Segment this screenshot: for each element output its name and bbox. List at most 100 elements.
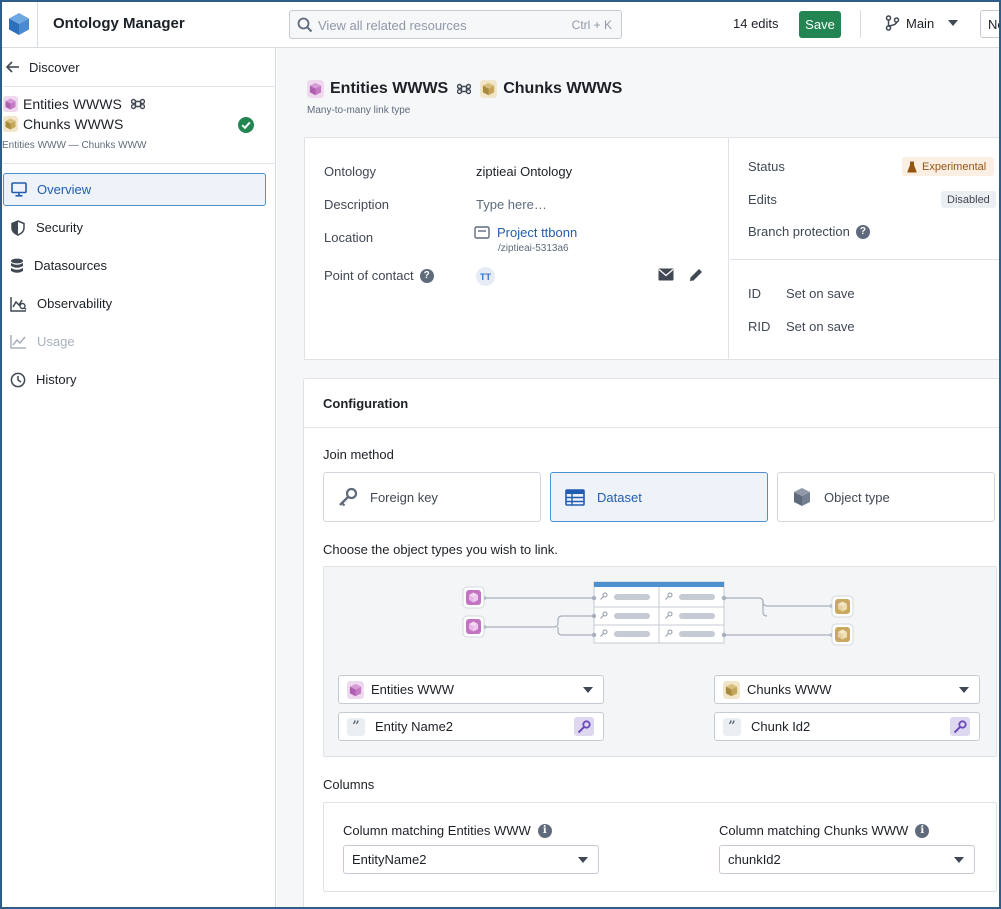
- edit-pencil-icon[interactable]: [689, 268, 703, 282]
- avatar[interactable]: TT: [476, 267, 495, 286]
- branch-selector[interactable]: Main: [885, 15, 959, 31]
- left-object-type-select[interactable]: Entities WWW: [338, 675, 604, 704]
- id-label: ID: [748, 286, 761, 301]
- nav-item-history[interactable]: History: [3, 363, 266, 396]
- right-object-type-select[interactable]: Chunks WWW: [714, 675, 980, 704]
- join-option-label: Object type: [824, 489, 890, 505]
- location-label: Location: [324, 230, 374, 245]
- object-title-line-2: Chunks WWWS: [3, 116, 123, 132]
- nav-label: Datasources: [34, 258, 107, 273]
- nav-item-usage[interactable]: Usage: [3, 325, 266, 358]
- join-option-foreign-key[interactable]: Foreign key: [323, 472, 541, 522]
- ontology-value[interactable]: ziptieai Ontology: [476, 164, 572, 179]
- link-diagram: Entities WWW Chunks WWW ” Entity Name2 ”…: [323, 566, 997, 757]
- status-badge: Experimental: [902, 157, 995, 176]
- table-icon: [565, 488, 585, 506]
- chart-line-icon: [10, 335, 26, 349]
- edits-label: Edits: [748, 192, 777, 207]
- caret-down-icon: [583, 687, 593, 693]
- location-link[interactable]: Project ttbonn: [474, 225, 577, 240]
- configuration-title: Configuration: [323, 396, 409, 411]
- top-bar: Ontology Manager View all related resour…: [0, 0, 1001, 48]
- divider: [730, 259, 1001, 260]
- title-entities: Entities WWWS: [330, 80, 449, 97]
- key-icon: [577, 719, 591, 733]
- description-label: Description: [324, 197, 390, 212]
- chunk-cube-icon: [480, 80, 498, 98]
- object-title-line-1: Entities WWWS: [3, 96, 145, 112]
- save-button[interactable]: Save: [799, 11, 841, 38]
- help-icon[interactable]: ?: [419, 268, 434, 283]
- nav-label: Usage: [37, 334, 75, 349]
- help-icon[interactable]: ?: [855, 224, 870, 239]
- back-to-discover[interactable]: Discover: [6, 58, 80, 76]
- nav-label: Security: [36, 220, 83, 235]
- join-option-object-type[interactable]: Object type: [777, 472, 995, 522]
- nav-label: History: [36, 372, 77, 387]
- string-quote-icon: ”: [723, 717, 741, 736]
- info-icon[interactable]: i: [537, 823, 552, 838]
- nav-label: Observability: [37, 296, 113, 311]
- left-column-label-row: Column matching Entities WWW i: [343, 823, 552, 838]
- configuration-card: Configuration Join method Foreign key Da…: [303, 378, 1001, 909]
- entity-cube-icon: [3, 96, 18, 112]
- search-input[interactable]: View all related resources Ctrl + K: [289, 10, 622, 39]
- caret-down-icon: [578, 857, 588, 863]
- columns-label: Columns: [323, 777, 375, 792]
- key-icon: [953, 719, 967, 733]
- join-option-label: Foreign key: [370, 489, 438, 505]
- entity-cube-icon: [347, 680, 364, 699]
- database-icon: [11, 258, 23, 273]
- new-button[interactable]: Ne: [980, 10, 1001, 38]
- nav-item-datasources[interactable]: Datasources: [3, 249, 266, 282]
- id-value: Set on save: [786, 286, 855, 301]
- location-value: Project ttbonn: [497, 225, 578, 240]
- nav-label: Overview: [37, 182, 92, 197]
- caret-down-icon: [948, 20, 959, 26]
- back-label: Discover: [29, 59, 80, 75]
- mail-icon[interactable]: [658, 268, 674, 281]
- nav-item-security[interactable]: Security: [3, 211, 266, 244]
- edits-count[interactable]: 14 edits: [733, 16, 779, 31]
- location-path: /ziptieai-5313a6: [498, 243, 569, 254]
- contact-label-row: Point of contact ?: [324, 268, 434, 283]
- nav-item-overview[interactable]: Overview: [3, 173, 266, 206]
- contact-label: Point of contact: [324, 268, 414, 283]
- join-option-dataset[interactable]: Dataset: [550, 472, 768, 522]
- git-branch-icon: [885, 15, 900, 31]
- divider: [304, 427, 1001, 428]
- search-placeholder: View all related resources: [318, 18, 467, 33]
- cube-icon: [794, 488, 810, 506]
- shield-icon: [11, 219, 25, 236]
- status-value: Experimental: [922, 160, 987, 173]
- caret-down-icon: [959, 687, 969, 693]
- left-column-label: Column matching Entities WWW: [343, 823, 531, 838]
- check-circle-icon: [238, 117, 254, 133]
- left-key-value: Entity Name2: [375, 719, 454, 734]
- object-name-chunks: Chunks WWWS: [23, 116, 124, 132]
- project-folder-icon: [474, 226, 490, 239]
- key-icon: [339, 487, 358, 507]
- search-icon: [297, 17, 313, 33]
- right-column-label-row: Column matching Chunks WWW i: [719, 823, 930, 838]
- divider: [0, 163, 276, 164]
- right-column-select[interactable]: chunkId2: [719, 845, 975, 874]
- info-icon[interactable]: i: [915, 823, 930, 838]
- primary-key-badge: [574, 717, 594, 736]
- cube-logo-icon: [8, 13, 29, 35]
- arrow-left-icon: [6, 61, 19, 73]
- object-name-entities: Entities WWWS: [23, 96, 122, 112]
- description-input[interactable]: Type here…: [476, 197, 547, 212]
- string-quote-icon: ”: [347, 717, 365, 736]
- edits-badge: Disabled: [941, 191, 996, 208]
- main-content: Entities WWWS Chunks WWWS Many-to-many l…: [277, 48, 1001, 909]
- nav-item-observability[interactable]: Observability: [3, 287, 266, 320]
- properties-card: Ontology ziptieai Ontology Description T…: [304, 137, 1001, 360]
- app-logo[interactable]: [0, 0, 38, 48]
- left-key-property[interactable]: ” Entity Name2: [338, 712, 604, 741]
- right-key-property[interactable]: ” Chunk Id2: [714, 712, 980, 741]
- choose-types-label: Choose the object types you wish to link…: [323, 542, 558, 557]
- left-column-select[interactable]: EntityName2: [343, 845, 599, 874]
- divider: [860, 10, 861, 38]
- history-icon: [10, 372, 26, 387]
